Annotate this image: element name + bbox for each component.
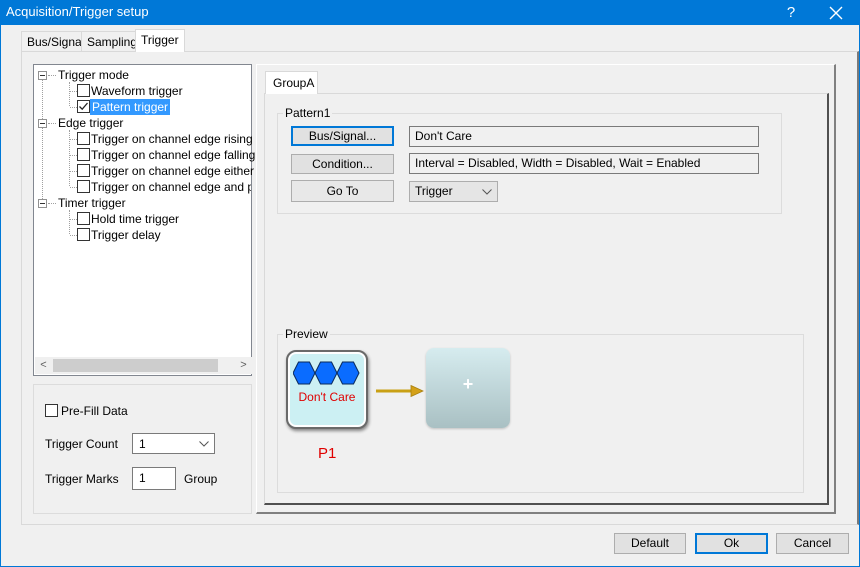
ok-button[interactable]: Ok [695, 533, 768, 554]
hexagon-icon [293, 361, 316, 385]
hexagon-group [293, 361, 360, 385]
trigger-marks-label: Trigger Marks [45, 472, 119, 486]
tab-sampling[interactable]: Sampling [81, 31, 144, 51]
tab-group-a[interactable]: GroupA [265, 71, 318, 94]
tree-item-label: Trigger delay [91, 228, 161, 242]
collapse-icon[interactable] [38, 119, 47, 128]
trigger-marks-unit: Group [184, 472, 218, 486]
close-icon [829, 6, 843, 20]
scroll-left-button[interactable]: < [35, 357, 52, 374]
trigger-options-box: Pre-Fill Data Trigger Count 1 Trigger Ma… [33, 384, 252, 514]
checkbox-trigger-delay[interactable] [77, 228, 90, 241]
chevron-down-icon [199, 441, 209, 447]
go-to-value: Trigger [415, 184, 453, 198]
prefill-data-label: Pre-Fill Data [61, 404, 128, 418]
scroll-right-button[interactable]: > [235, 357, 252, 374]
tree-item-label: Hold time trigger [91, 212, 180, 226]
scrollbar-thumb[interactable] [53, 359, 218, 372]
checkbox-waveform-trigger[interactable] [77, 84, 90, 97]
help-button[interactable]: ? [776, 2, 806, 23]
trigger-tree: Trigger mode Waveform trigger Pattern tr… [33, 64, 256, 376]
condition-button[interactable]: Condition... [291, 154, 394, 174]
tree-item-label: Pattern trigger [90, 99, 171, 115]
hexagon-icon [314, 361, 338, 385]
preview-title: Preview [283, 327, 330, 341]
bus-signal-button[interactable]: Bus/Signal... [291, 126, 394, 146]
tab-bus-signal[interactable]: Bus/Signal [21, 31, 91, 51]
checkmark-icon [79, 102, 88, 111]
trigger-marks-input[interactable]: 1 [132, 467, 176, 490]
bus-signal-value: Don't Care [409, 126, 759, 147]
chevron-down-icon [482, 189, 492, 195]
collapse-icon[interactable] [38, 71, 47, 80]
tree-item-label: Trigger on channel edge falling [91, 148, 256, 162]
pattern-node-p1[interactable]: Don't Care [286, 350, 368, 429]
hexagon-icon [336, 361, 360, 385]
collapse-icon[interactable] [38, 199, 47, 208]
checkbox-hold-time[interactable] [77, 212, 90, 225]
default-button[interactable]: Default [614, 533, 686, 554]
trigger-count-select[interactable]: 1 [132, 433, 215, 454]
checkbox-edge-either[interactable] [77, 164, 90, 177]
checkbox-edge-rising[interactable] [77, 132, 90, 145]
tree-item-edge-and-pattern[interactable]: Trigger on channel edge and patt [69, 179, 251, 195]
node-label-p1: P1 [318, 445, 337, 462]
trigger-count-label: Trigger Count [45, 437, 118, 451]
tree-group-label: Trigger mode [58, 68, 129, 82]
tree-connector [42, 79, 43, 205]
go-to-select[interactable]: Trigger [409, 181, 498, 202]
plus-icon: + [462, 374, 474, 394]
pattern1-title: Pattern1 [283, 106, 333, 120]
tree-item-label: Trigger on channel edge either [91, 164, 254, 178]
tab-trigger[interactable]: Trigger [135, 29, 185, 52]
tree-group-label: Timer trigger [58, 196, 126, 210]
tree-connector [69, 210, 70, 234]
prefill-data-checkbox[interactable] [45, 404, 58, 417]
tree-group-label: Edge trigger [58, 116, 124, 130]
checkbox-edge-and-pattern[interactable] [77, 180, 90, 193]
checkbox-pattern-trigger[interactable] [77, 100, 90, 113]
close-button[interactable] [820, 2, 852, 23]
go-to-button[interactable]: Go To [291, 180, 394, 202]
arrow-icon [376, 384, 424, 398]
cancel-button[interactable]: Cancel [776, 533, 849, 554]
hexagons-icon [293, 361, 360, 385]
tree-item-label: Waveform trigger [91, 84, 183, 98]
window-title: Acquisition/Trigger setup [6, 4, 149, 19]
trigger-count-value: 1 [139, 437, 146, 451]
tree-connector [69, 82, 70, 106]
tree-item-label: Trigger on channel edge rising [91, 132, 253, 146]
horizontal-scrollbar[interactable]: < > [35, 357, 252, 374]
node-text: Don't Care [298, 390, 356, 404]
tree-item-label: Trigger on channel edge and patt [91, 180, 251, 194]
add-pattern-node[interactable]: + [426, 348, 510, 428]
title-bar: Acquisition/Trigger setup ? [0, 0, 860, 25]
condition-value: Interval = Disabled, Width = Disabled, W… [409, 153, 759, 174]
checkbox-edge-falling[interactable] [77, 148, 90, 161]
